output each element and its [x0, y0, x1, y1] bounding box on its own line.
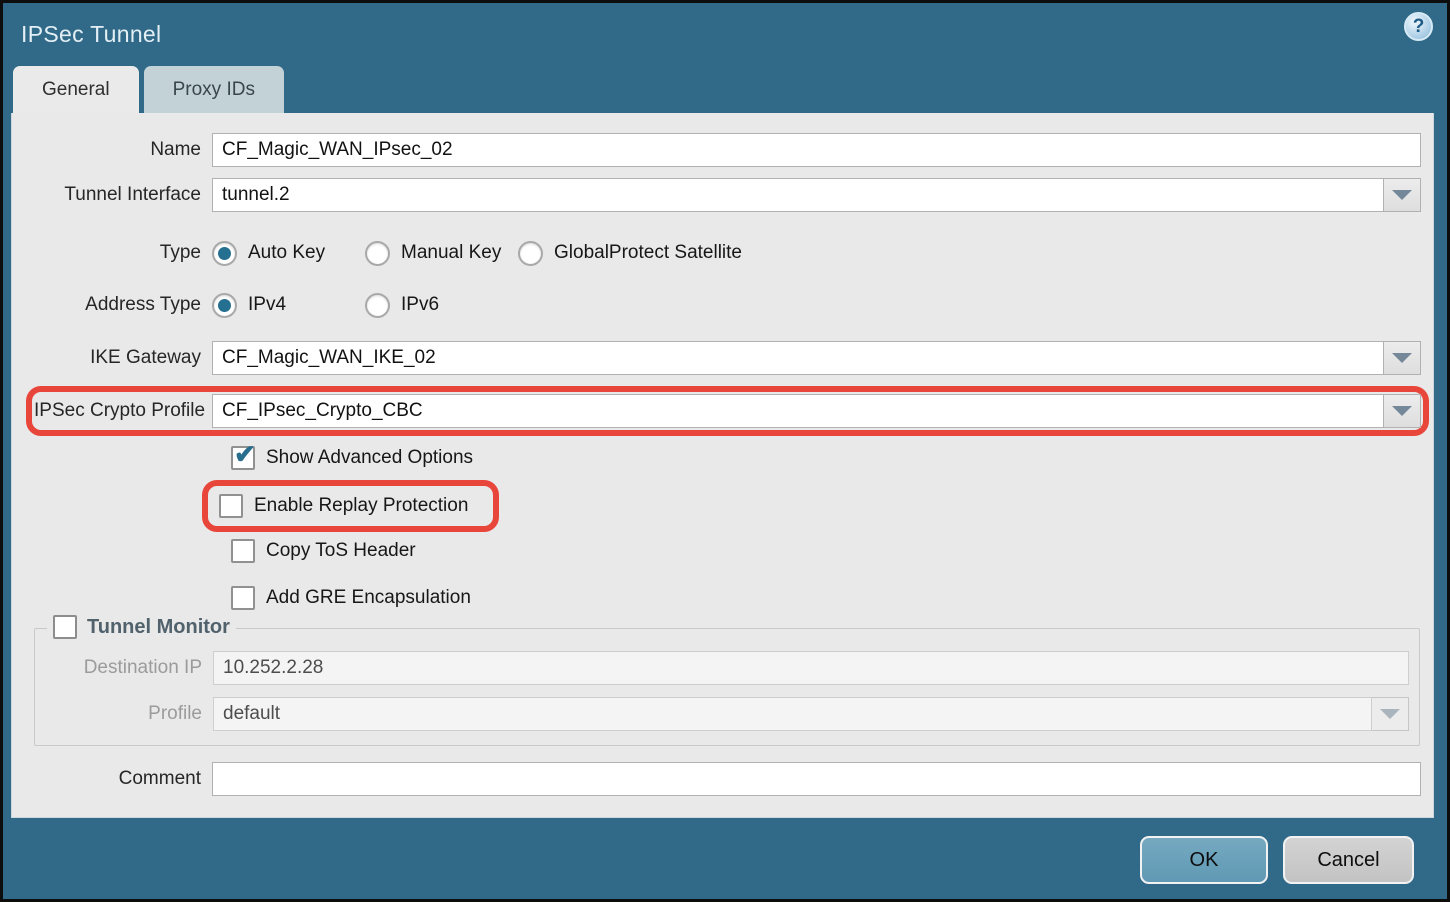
tunnel-interface-row: Tunnel Interface: [12, 178, 1433, 212]
chevron-down-icon: [1380, 709, 1400, 719]
ike-gateway-dropdown-button[interactable]: [1384, 341, 1421, 375]
address-type-row: Address Type IPv4 IPv6: [12, 291, 1433, 319]
ike-gateway-row: IKE Gateway: [12, 341, 1433, 375]
checkbox-tunnel-monitor[interactable]: ✔ Tunnel Monitor: [47, 615, 236, 639]
radio-icon: [365, 241, 390, 266]
radio-globalprotect-satellite[interactable]: GlobalProtect Satellite: [518, 241, 742, 266]
profile-row: Profile: [35, 697, 1419, 731]
chevron-down-icon: [1392, 190, 1412, 200]
tunnel-interface-label: Tunnel Interface: [12, 184, 212, 206]
name-label: Name: [12, 139, 212, 161]
highlight-box-ipsec-crypto-profile: IPSec Crypto Profile: [26, 386, 1429, 436]
checkbox-icon: ✔: [53, 615, 77, 639]
tab-general-label: General: [42, 79, 110, 101]
tunnel-interface-input[interactable]: [212, 178, 1384, 212]
ipsec-crypto-profile-row: IPSec Crypto Profile: [34, 394, 1421, 428]
comment-label: Comment: [12, 768, 212, 790]
name-row: Name: [12, 133, 1433, 167]
help-icon[interactable]: ?: [1404, 12, 1433, 41]
ike-gateway-label: IKE Gateway: [12, 347, 212, 369]
tab-bar: General Proxy IDs: [3, 66, 1447, 113]
radio-icon: [212, 293, 237, 318]
comment-row: Comment: [12, 762, 1433, 796]
ike-gateway-input[interactable]: [212, 341, 1384, 375]
radio-icon: [518, 241, 543, 266]
tunnel-monitor-fieldset: ✔ Tunnel Monitor Destination IP Profile: [34, 628, 1420, 746]
destination-ip-label: Destination IP: [35, 657, 213, 679]
type-label: Type: [12, 242, 212, 264]
tunnel-interface-dropdown-button[interactable]: [1384, 178, 1421, 212]
radio-manual-key[interactable]: Manual Key: [365, 241, 505, 266]
ipsec-crypto-profile-label: IPSec Crypto Profile: [34, 400, 212, 422]
tab-proxy-ids[interactable]: Proxy IDs: [144, 66, 284, 113]
type-radio-group: Auto Key Manual Key GlobalProtect Satell…: [212, 241, 755, 266]
tab-general[interactable]: General: [13, 66, 139, 113]
profile-dropdown-button: [1372, 697, 1409, 731]
destination-ip-input: [213, 651, 1409, 685]
checkbox-icon: ✔: [231, 586, 255, 610]
ipsec-crypto-profile-input[interactable]: [212, 394, 1384, 428]
ipsec-tunnel-dialog: IPSec Tunnel ? General Proxy IDs Name Tu…: [0, 0, 1450, 902]
checkbox-icon: ✔: [219, 494, 243, 518]
checkmark-icon: ✔: [234, 439, 256, 470]
radio-ipv4[interactable]: IPv4: [212, 293, 352, 318]
checkbox-show-advanced-options[interactable]: ✔ Show Advanced Options: [231, 444, 1433, 472]
name-input[interactable]: [212, 133, 1421, 167]
destination-ip-row: Destination IP: [35, 651, 1419, 685]
radio-icon: [212, 241, 237, 266]
chevron-down-icon: [1392, 406, 1412, 416]
checkbox-icon: ✔: [231, 539, 255, 563]
address-type-radio-group: IPv4 IPv6: [212, 293, 518, 318]
radio-auto-key[interactable]: Auto Key: [212, 241, 352, 266]
ok-button[interactable]: OK: [1140, 836, 1268, 884]
profile-input: [213, 697, 1372, 731]
type-row: Type Auto Key Manual Key GlobalProtect S…: [12, 239, 1433, 267]
dialog-footer: OK Cancel: [3, 818, 1447, 902]
tunnel-monitor-label: Tunnel Monitor: [87, 616, 230, 639]
profile-label: Profile: [35, 703, 213, 725]
cancel-button[interactable]: Cancel: [1283, 836, 1414, 884]
checkbox-enable-replay-protection[interactable]: ✔ Enable Replay Protection: [219, 492, 468, 520]
help-icon-glyph: ?: [1413, 16, 1425, 38]
highlight-box-enable-replay-protection: ✔ Enable Replay Protection: [202, 480, 499, 532]
dialog-titlebar: IPSec Tunnel ?: [3, 3, 1447, 66]
address-type-label: Address Type: [12, 294, 212, 316]
checkbox-icon: ✔: [231, 446, 255, 470]
checkbox-add-gre-encapsulation[interactable]: ✔ Add GRE Encapsulation: [231, 584, 1433, 612]
general-tab-panel: Name Tunnel Interface Type Auto Key: [11, 113, 1434, 818]
comment-input[interactable]: [212, 762, 1421, 796]
radio-ipv6[interactable]: IPv6: [365, 293, 505, 318]
tab-proxy-ids-label: Proxy IDs: [173, 79, 255, 101]
radio-icon: [365, 293, 390, 318]
chevron-down-icon: [1392, 353, 1412, 363]
dialog-title: IPSec Tunnel: [21, 21, 161, 48]
ipsec-crypto-profile-dropdown-button[interactable]: [1384, 394, 1421, 428]
checkbox-copy-tos-header[interactable]: ✔ Copy ToS Header: [231, 537, 1433, 565]
